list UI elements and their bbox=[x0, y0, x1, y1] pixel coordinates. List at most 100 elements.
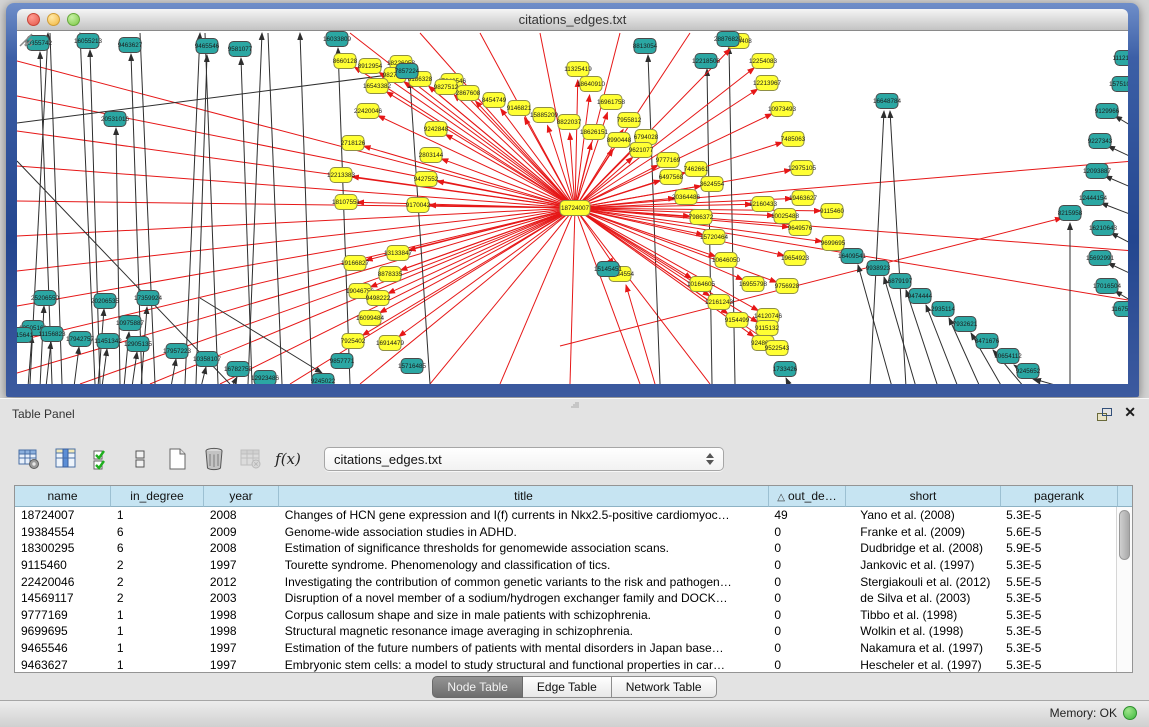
table-cell[interactable]: Structural magnetic resonance image aver… bbox=[279, 624, 769, 638]
table-row[interactable]: 1938455462009Genome-wide association stu… bbox=[15, 524, 1117, 541]
tab-network-table[interactable]: Network Table bbox=[612, 676, 717, 698]
table-cell[interactable]: 1 bbox=[111, 641, 204, 655]
graph-node[interactable]: 9474444 bbox=[908, 289, 933, 304]
graph-node[interactable]: 15716485 bbox=[398, 359, 427, 374]
graph-edge[interactable] bbox=[196, 55, 207, 384]
citation-network-graph[interactable]: 1872400786601288912954182260589827508165… bbox=[17, 31, 1128, 384]
table-cell[interactable]: 9115460 bbox=[15, 558, 111, 572]
graph-node[interactable]: 9129966 bbox=[1095, 104, 1120, 119]
graph-node[interactable]: 16055213 bbox=[74, 34, 103, 49]
graph-edge[interactable] bbox=[74, 347, 79, 384]
table-cell[interactable]: 1997 bbox=[204, 558, 279, 572]
graph-node[interactable]: 16033809 bbox=[323, 32, 352, 47]
graph-node[interactable]: 28876820 bbox=[714, 32, 743, 47]
graph-edge[interactable] bbox=[1108, 263, 1128, 278]
graph-node[interactable]: 12975105 bbox=[788, 161, 817, 176]
graph-node[interactable]: 9245652 bbox=[1016, 364, 1041, 379]
column-header-title[interactable]: title bbox=[279, 486, 769, 507]
graph-node[interactable]: 10646050 bbox=[712, 253, 741, 268]
graph-node[interactable]: 8878335 bbox=[378, 267, 403, 282]
table-cell[interactable]: Genome-wide association studies in ADHD. bbox=[279, 525, 769, 539]
table-cell[interactable]: 1997 bbox=[204, 641, 279, 655]
graph-node[interactable]: 12160433 bbox=[749, 197, 778, 212]
minimize-window-button[interactable] bbox=[47, 13, 60, 26]
table-cell[interactable]: 0 bbox=[768, 624, 845, 638]
table-cell[interactable]: 0 bbox=[768, 541, 845, 555]
table-cell[interactable]: 5.3E-5 bbox=[1000, 641, 1117, 655]
graph-edge[interactable] bbox=[380, 208, 575, 313]
graph-node[interactable]: 9463627 bbox=[118, 38, 143, 53]
graph-node[interactable]: 16099484 bbox=[356, 311, 385, 326]
graph-node[interactable]: 9938923 bbox=[866, 261, 891, 276]
graph-edge[interactable] bbox=[17, 161, 230, 384]
graph-node[interactable]: 8813054 bbox=[633, 39, 658, 54]
graph-node[interactable]: 7986372 bbox=[689, 210, 714, 225]
table-row[interactable]: 1872400712008Changes of HCN gene express… bbox=[15, 507, 1117, 524]
graph-edge[interactable] bbox=[388, 208, 575, 293]
graph-node[interactable]: 16409541 bbox=[838, 249, 867, 264]
graph-node[interactable]: 7955812 bbox=[617, 113, 642, 128]
graph-edge[interactable] bbox=[102, 349, 107, 384]
table-cell[interactable]: 5.3E-5 bbox=[1000, 658, 1117, 672]
table-cell[interactable]: 9777169 bbox=[15, 608, 111, 622]
graph-node[interactable]: 18626151 bbox=[580, 125, 609, 140]
table-row[interactable]: 2242004622012Investigating the contribut… bbox=[15, 573, 1117, 590]
table-cell[interactable]: de Silva et al. (2003) bbox=[845, 591, 1000, 605]
graph-node[interactable]: 8912954 bbox=[358, 59, 383, 74]
graph-node[interactable]: 18107551 bbox=[332, 195, 361, 210]
graph-edge[interactable] bbox=[626, 285, 655, 384]
table-scrollbar[interactable] bbox=[1116, 507, 1132, 672]
graph-node[interactable]: 3624554 bbox=[700, 177, 725, 192]
table-cell[interactable]: 2 bbox=[111, 591, 204, 605]
graph-node[interactable]: 20206535 bbox=[91, 294, 120, 309]
table-cell[interactable]: 19384554 bbox=[15, 525, 111, 539]
graph-node[interactable]: 10654112 bbox=[994, 349, 1022, 364]
graph-edge[interactable] bbox=[17, 208, 575, 271]
network-canvas[interactable]: 1872400786601288912954182260589827508165… bbox=[17, 31, 1128, 384]
graph-node[interactable]: 7925402 bbox=[341, 334, 366, 349]
table-cell[interactable]: 0 bbox=[768, 641, 845, 655]
table-cell[interactable]: 0 bbox=[768, 558, 845, 572]
table-row[interactable]: 977716911998Corpus callosum shape and si… bbox=[15, 607, 1117, 624]
graph-node[interactable]: 9777169 bbox=[656, 153, 681, 168]
table-cell[interactable]: 14569117 bbox=[15, 591, 111, 605]
graph-node[interactable]: 17957223 bbox=[163, 344, 192, 359]
graph-edge[interactable] bbox=[131, 54, 142, 384]
graph-node[interactable]: 15720464 bbox=[700, 230, 729, 245]
table-cell[interactable]: 5.6E-5 bbox=[1000, 525, 1117, 539]
graph-edge[interactable] bbox=[560, 218, 1062, 346]
graph-node[interactable]: 9756928 bbox=[775, 279, 800, 294]
table-cell[interactable]: 2008 bbox=[204, 541, 279, 555]
graph-node[interactable]: 8471676 bbox=[975, 334, 1000, 349]
column-header-out_de[interactable]: △out_de… bbox=[769, 486, 846, 507]
graph-edge[interactable] bbox=[17, 61, 575, 208]
graph-node[interactable]: 7857224 bbox=[395, 64, 420, 79]
table-cell[interactable]: 18300295 bbox=[15, 541, 111, 555]
column-header-year[interactable]: year bbox=[204, 486, 279, 507]
graph-node[interactable]: 2803144 bbox=[419, 148, 444, 163]
table-cell[interactable]: Changes of HCN gene expression and I(f) … bbox=[279, 508, 769, 522]
graph-node[interactable]: 2718126 bbox=[341, 136, 366, 151]
graph-edge[interactable] bbox=[729, 47, 735, 384]
column-header-pagerank[interactable]: pagerank bbox=[1001, 486, 1118, 507]
window-titlebar[interactable]: citations_edges.txt bbox=[17, 9, 1128, 31]
graph-node[interactable]: 9170042 bbox=[406, 198, 431, 213]
graph-edge[interactable] bbox=[870, 111, 884, 384]
graph-node[interactable]: 9465546 bbox=[195, 39, 220, 54]
graph-node[interactable]: 11156823 bbox=[38, 327, 66, 342]
table-cell[interactable]: 1998 bbox=[204, 608, 279, 622]
graph-node[interactable]: 20531016 bbox=[101, 112, 130, 127]
table-row[interactable]: 946362711997Embryonic stem cells: a mode… bbox=[15, 656, 1117, 672]
table-cell[interactable]: Disruption of a novel member of a sodium… bbox=[279, 591, 769, 605]
graph-node[interactable]: 8454749 bbox=[482, 93, 507, 108]
column-header-in_degree[interactable]: in_degree bbox=[111, 486, 204, 507]
graph-node[interactable]: 2935114 bbox=[931, 302, 956, 317]
tab-node-table[interactable]: Node Table bbox=[432, 676, 523, 698]
table-cell[interactable]: 0 bbox=[768, 608, 845, 622]
table-cell[interactable]: 18724007 bbox=[15, 508, 111, 522]
graph-node[interactable]: 16543382 bbox=[363, 79, 392, 94]
table-cell[interactable]: 9699695 bbox=[15, 624, 111, 638]
table-cell[interactable]: 6 bbox=[111, 541, 204, 555]
table-settings-button[interactable] bbox=[16, 446, 42, 472]
table-row[interactable]: 1830029562008Estimation of significance … bbox=[15, 540, 1117, 557]
